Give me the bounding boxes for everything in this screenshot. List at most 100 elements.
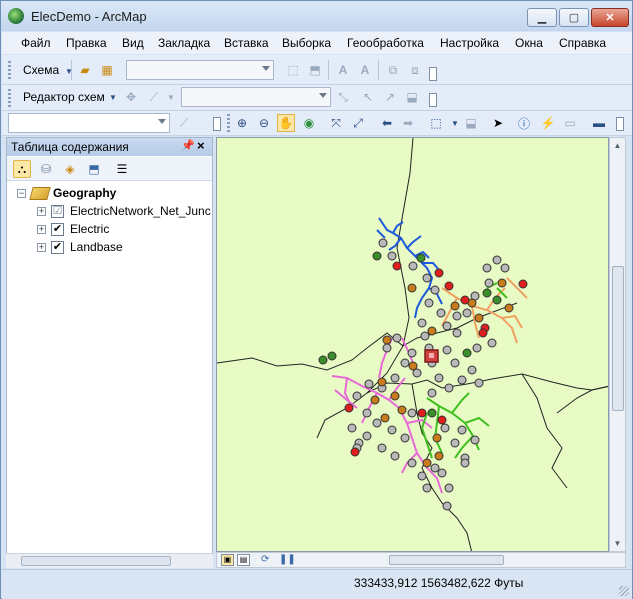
tree-row-electric[interactable]: + ✔ Electric — [37, 220, 109, 238]
expand-icon[interactable]: + — [37, 224, 46, 234]
pin-icon[interactable]: 📌 — [181, 139, 195, 152]
status-bar: 333433,912 1563482,622 Футы — [2, 569, 632, 599]
toolbar-grip[interactable] — [227, 114, 230, 132]
edit-tool-icon[interactable]: ⟋ — [175, 114, 193, 132]
menu-edit[interactable]: Правка — [66, 36, 107, 50]
schema-menu[interactable]: Схема — [23, 63, 59, 77]
chevron-down-icon[interactable]: ▼ — [162, 88, 180, 106]
menu-customize[interactable]: Настройка — [440, 36, 499, 50]
toolbar-grip[interactable] — [8, 89, 11, 107]
layer-label: Landbase — [70, 240, 123, 254]
diagram-layers-icon[interactable]: ⧈ — [406, 61, 424, 79]
menu-geoprocessing[interactable]: Геообработка — [347, 36, 424, 50]
toc-horizontal-scrollbar[interactable] — [6, 553, 213, 568]
tree-row-geography[interactable]: − Geography — [17, 184, 116, 202]
link-tool-icon[interactable]: ⟋ — [145, 88, 163, 106]
propagate-icon[interactable]: ↗ — [381, 88, 399, 106]
reduce-icon[interactable]: ⬓ — [403, 88, 421, 106]
update-diagram-icon[interactable]: ⬚ — [284, 61, 302, 79]
collapse-icon[interactable]: − — [17, 188, 26, 198]
select-features-icon[interactable]: ⬚ — [427, 114, 445, 132]
zoom-out-icon[interactable]: ⊖ — [255, 114, 273, 132]
zoom-in-icon[interactable]: ⊕ — [233, 114, 251, 132]
data-frame-icon — [29, 186, 51, 200]
toolbar-grip[interactable] — [8, 61, 11, 79]
refresh-icon[interactable]: ⟳ — [261, 554, 269, 565]
schema-combo[interactable] — [126, 60, 274, 80]
menu-bookmarks[interactable]: Закладка — [158, 36, 210, 50]
scroll-up-icon[interactable]: ▲ — [610, 138, 625, 153]
schematic-toolbar: Схема ▼ ▰ ▦ ⬚ ⬒ A A ⧉ ⧈ — [2, 55, 632, 85]
title-bar[interactable]: ElecDemo - ArcMap ▁ ▢ ✕ — [1, 1, 632, 31]
scroll-down-icon[interactable]: ▼ — [610, 536, 625, 551]
scroll-thumb[interactable] — [21, 556, 171, 566]
scroll-thumb[interactable] — [612, 266, 624, 411]
window-title: ElecDemo - ArcMap — [31, 9, 147, 24]
hyperlink-icon[interactable]: ⚡ — [539, 114, 557, 132]
select-schematic-icon[interactable]: ↖ — [359, 88, 377, 106]
fixed-zoom-out-icon[interactable]: ⤢ — [349, 114, 367, 132]
pause-drawing-icon[interactable]: ❚❚ — [279, 554, 296, 565]
map-horizontal-scrollbar[interactable] — [307, 553, 607, 567]
expand-icon[interactable]: + — [37, 206, 46, 216]
pan-hand-icon[interactable]: ✋ — [277, 114, 295, 132]
list-by-source-icon[interactable]: ⛁ — [37, 160, 55, 178]
map-view[interactable] — [216, 137, 609, 552]
identify-icon[interactable]: ⓘ — [515, 114, 533, 132]
measure-icon[interactable]: ▬ — [590, 114, 608, 132]
apply-layout-icon[interactable]: ⤡ — [334, 88, 352, 106]
select-elements-icon[interactable]: ➤ — [489, 114, 507, 132]
map-coordinates: 333433,912 1563482,622 Футы — [354, 576, 524, 590]
map-bottom-bar: ▣ ▤ ⟳ ❚❚ — [216, 552, 626, 568]
layout-combo[interactable] — [181, 87, 331, 107]
list-by-selection-icon[interactable]: ⬒ — [85, 160, 103, 178]
text-size-up-icon[interactable]: A — [334, 61, 352, 79]
close-icon[interactable]: × — [197, 138, 205, 153]
toolbar-overflow-icon[interactable] — [429, 93, 437, 107]
menu-help[interactable]: Справка — [559, 36, 606, 50]
clear-selection-icon[interactable]: ⬓ — [462, 114, 480, 132]
schematic-editor-menu[interactable]: Редактор схем — [23, 90, 105, 104]
save-diagram-icon[interactable]: ⬒ — [306, 61, 324, 79]
minimize-button[interactable]: ▁ — [527, 8, 557, 27]
layer-checkbox[interactable]: ✔ — [51, 240, 64, 254]
fixed-zoom-in-icon[interactable]: ⤧ — [327, 114, 345, 132]
toolbar-overflow-icon[interactable] — [429, 67, 437, 81]
list-by-drawing-order-icon[interactable]: ⛬ — [13, 160, 31, 178]
expand-icon[interactable]: + — [37, 242, 46, 252]
toolbar-overflow-icon[interactable] — [616, 117, 624, 131]
maximize-button[interactable]: ▢ — [559, 8, 589, 27]
schema-layer-icon[interactable]: ▦ — [98, 61, 116, 79]
menu-insert[interactable]: Вставка — [224, 36, 269, 50]
full-extent-globe-icon[interactable]: ◉ — [300, 114, 318, 132]
open-folder-icon[interactable]: ▰ — [76, 61, 94, 79]
toc-toolbar: ⛬ ⛁ ◈ ⬒ ☰ — [7, 157, 212, 181]
chevron-down-icon[interactable]: ▼ — [104, 88, 122, 106]
menu-selection[interactable]: Выборка — [282, 36, 331, 50]
data-view-icon[interactable]: ▣ — [221, 554, 234, 566]
menu-file[interactable]: Файл — [21, 36, 51, 50]
scroll-thumb[interactable] — [389, 555, 504, 565]
menu-view[interactable]: Вид — [122, 36, 144, 50]
layer-checkbox[interactable]: ☑ — [51, 204, 64, 218]
text-size-down-icon[interactable]: A — [356, 61, 374, 79]
list-by-visibility-icon[interactable]: ◈ — [61, 160, 79, 178]
arcmap-globe-icon — [8, 8, 24, 24]
diagram-properties-icon[interactable]: ⧉ — [384, 61, 402, 79]
back-arrow-icon[interactable]: ⬅ — [378, 114, 396, 132]
toc-options-icon[interactable]: ☰ — [113, 160, 131, 178]
menu-windows[interactable]: Окна — [515, 36, 543, 50]
tree-row-junctions[interactable]: + ☑ ElectricNetwork_Net_Junc — [37, 202, 211, 220]
resize-grip-icon[interactable] — [619, 586, 629, 596]
html-popup-icon[interactable]: ▭ — [561, 114, 579, 132]
close-button[interactable]: ✕ — [591, 8, 629, 27]
layer-checkbox[interactable]: ✔ — [51, 222, 64, 236]
tree-row-landbase[interactable]: + ✔ Landbase — [37, 238, 123, 256]
layer-label: Geography — [53, 186, 117, 200]
layout-view-icon[interactable]: ▤ — [237, 554, 250, 566]
editor-combo[interactable] — [8, 113, 170, 133]
map-vertical-scrollbar[interactable]: ▲ ▼ — [609, 137, 626, 552]
forward-arrow-icon[interactable]: ➡ — [399, 114, 417, 132]
move-nodes-icon[interactable]: ✥ — [122, 88, 140, 106]
toolbar-overflow-icon[interactable] — [213, 117, 221, 131]
